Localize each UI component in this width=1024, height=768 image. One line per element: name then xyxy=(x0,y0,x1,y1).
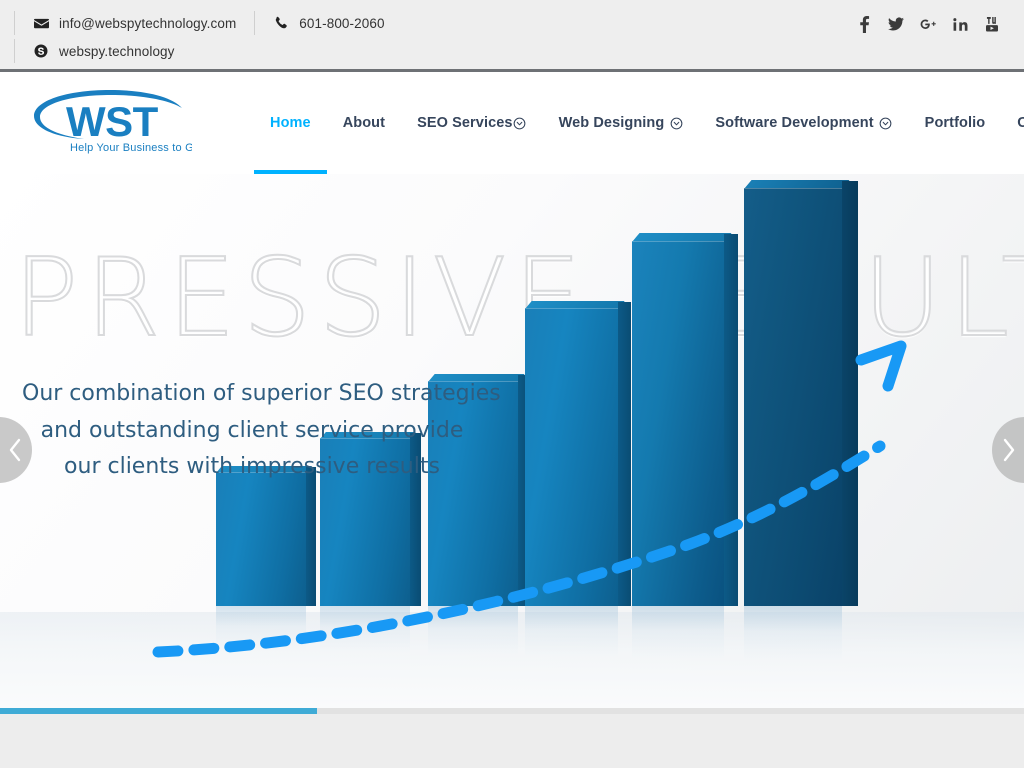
social-links xyxy=(848,13,1008,35)
chart-bar-4-side xyxy=(618,302,631,606)
chevron-down-circle-icon xyxy=(669,116,683,130)
phone-text: 601-800-2060 xyxy=(299,15,385,31)
chart-bar-1-face xyxy=(216,472,306,606)
slider-progress-track[interactable] xyxy=(0,708,1024,714)
skype-icon xyxy=(33,43,49,59)
envelope-icon xyxy=(33,15,49,31)
chart-bar-3-reflection xyxy=(428,606,518,656)
nav-label-portfolio: Portfolio xyxy=(924,115,986,131)
slider-progress-fill xyxy=(0,708,318,714)
phone-link[interactable]: 601-800-2060 xyxy=(254,11,402,35)
contact-row-primary: info@webspytechnology.com 601-800-2060 xyxy=(14,11,403,35)
chart-bar-4 xyxy=(525,301,631,658)
hero-tagline-line-2: and outstanding client service provide xyxy=(40,417,464,443)
nav-label-web-designing: Web Designing xyxy=(558,115,665,131)
chart-bar-5-side xyxy=(724,234,738,606)
logo-tagline: Help Your Business to Grow xyxy=(70,142,192,154)
chevron-down-circle-icon xyxy=(879,116,893,130)
chart-bar-4-face xyxy=(525,308,618,606)
chart-bar-5-reflection xyxy=(632,606,724,660)
skype-link[interactable]: webspy.technology xyxy=(14,39,193,63)
nav-links: Home About SEO Services Web Designing So… xyxy=(254,72,1024,174)
chart-bar-6-face xyxy=(744,188,842,606)
skype-text: webspy.technology xyxy=(59,43,175,59)
chevron-left-icon xyxy=(6,437,24,463)
nav-label-about: About xyxy=(342,115,386,131)
nav-label-home: Home xyxy=(270,115,311,131)
chart-bar-6-side xyxy=(842,181,858,606)
nav-item-web-designing[interactable]: Web Designing xyxy=(543,72,700,174)
chart-bar-1-reflection xyxy=(216,606,306,652)
email-text: info@webspytechnology.com xyxy=(59,15,237,31)
youtube-icon[interactable] xyxy=(976,13,1008,35)
site-logo[interactable]: WST Help Your Business to Grow xyxy=(22,80,222,166)
main-navigation-bar: WST Help Your Business to Grow Home Abou… xyxy=(0,72,1024,174)
nav-item-contact[interactable]: Contact xyxy=(1001,72,1024,174)
facebook-icon[interactable] xyxy=(848,13,880,35)
nav-item-about[interactable]: About xyxy=(327,72,401,174)
google-plus-icon[interactable] xyxy=(912,13,944,35)
chevron-right-icon xyxy=(1000,437,1018,463)
top-contact-group: info@webspytechnology.com 601-800-2060 w… xyxy=(14,11,403,63)
svg-text:WST: WST xyxy=(66,98,159,145)
nav-label-seo-services: SEO Services xyxy=(417,115,513,131)
chart-bar-4-reflection xyxy=(525,606,618,658)
chart-bar-2-reflection xyxy=(320,606,410,654)
contact-row-secondary: webspy.technology xyxy=(14,39,403,63)
hero-slider: IMPRESSIVE RESULTS xyxy=(0,174,1024,708)
chart-bar-5 xyxy=(632,233,738,660)
hero-tagline: Our combination of superior SEO strategi… xyxy=(22,376,501,486)
nav-item-home[interactable]: Home xyxy=(254,72,327,174)
hero-slide: IMPRESSIVE RESULTS xyxy=(0,174,1024,708)
nav-item-portfolio[interactable]: Portfolio xyxy=(909,72,1002,174)
email-link[interactable]: info@webspytechnology.com xyxy=(14,11,254,35)
top-utility-bar: info@webspytechnology.com 601-800-2060 w… xyxy=(0,0,1024,72)
nav-item-software-development[interactable]: Software Development xyxy=(699,72,908,174)
trendline-arrowhead xyxy=(855,340,907,392)
page-body-below-slider xyxy=(0,714,1024,768)
chart-bar-6-reflection xyxy=(744,606,842,662)
chart-bar-1 xyxy=(216,466,316,652)
hero-tagline-line-1: Our combination of superior SEO strategi… xyxy=(22,381,501,406)
chart-bar-6 xyxy=(744,180,858,662)
chart-bar-1-side xyxy=(306,467,316,606)
nav-item-seo-services[interactable]: SEO Services xyxy=(401,72,543,174)
phone-icon xyxy=(273,15,289,31)
linkedin-icon[interactable] xyxy=(944,13,976,35)
chevron-down-circle-icon xyxy=(513,116,527,130)
nav-label-software-development: Software Development xyxy=(715,115,874,131)
chart-bar-5-face xyxy=(632,241,724,606)
hero-tagline-line-3: our clients with impressive results xyxy=(64,454,440,479)
twitter-icon[interactable] xyxy=(880,13,912,35)
nav-label-contact: Contact xyxy=(1017,115,1024,131)
